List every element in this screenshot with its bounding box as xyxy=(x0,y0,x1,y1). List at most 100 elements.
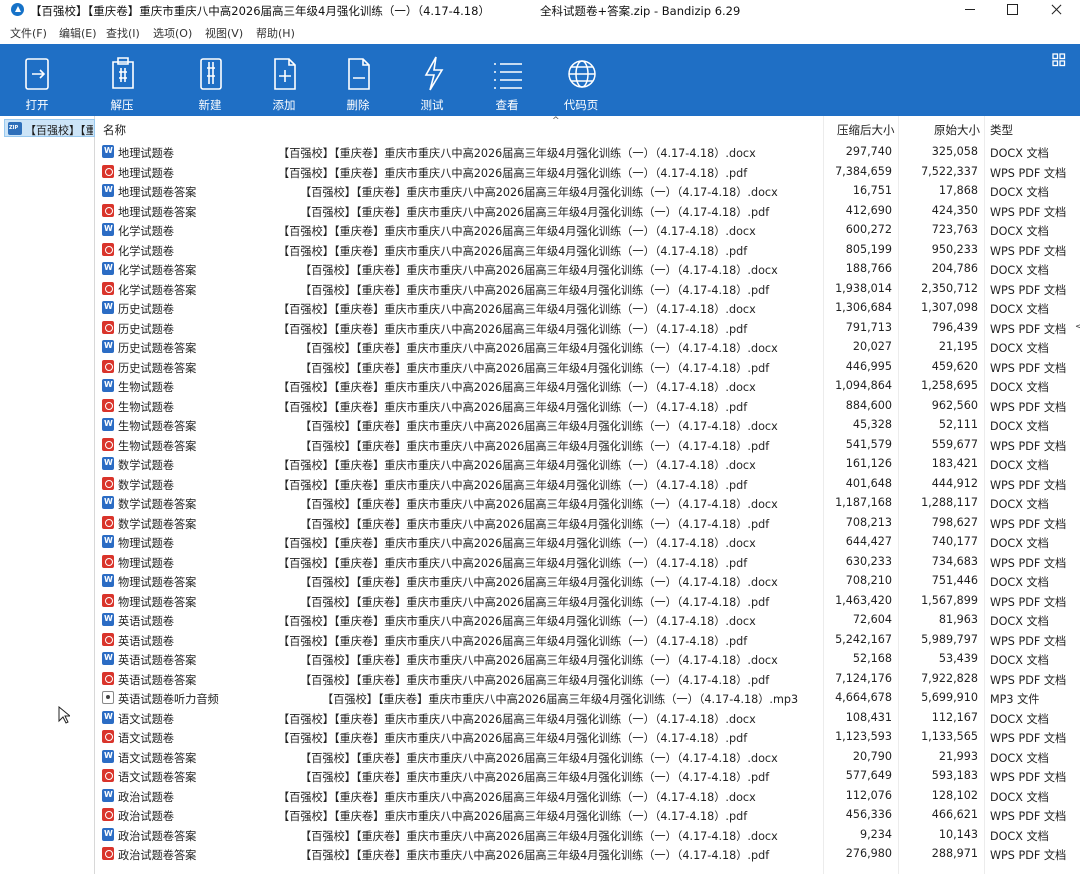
table-row[interactable]: 英语试题卷听力音频 【百强校】【重庆卷】重庆市重庆八中高2026届高三年级4月强化… xyxy=(96,688,1080,708)
table-row[interactable]: 英语试题卷答案 【百强校】【重庆卷】重庆市重庆八中高2026届高三年级4月强化训练… xyxy=(96,669,1080,689)
tree-node-archive-root[interactable]: 【百强校】【重庆卷】重庆市重庆八中高2026届高三年级4月强化训练（一）（4.1… xyxy=(4,119,95,137)
close-icon[interactable] xyxy=(1034,0,1080,20)
open-icon xyxy=(25,58,49,90)
pdf-file-icon xyxy=(102,437,114,451)
file-name-full: 【百强校】【重庆卷】重庆市重庆八中高2026届高三年级4月强化训练（一）（4.1… xyxy=(278,400,748,414)
table-row[interactable]: 生物试题卷答案 【百强校】【重庆卷】重庆市重庆八中高2026届高三年级4月强化训练… xyxy=(96,415,1080,435)
add-button[interactable]: 添加 xyxy=(252,50,316,114)
table-row[interactable]: 地理试题卷答案 【百强校】【重庆卷】重庆市重庆八中高2026届高三年级4月强化训练… xyxy=(96,181,1080,201)
maximize-icon[interactable] xyxy=(990,0,1036,20)
compressed-size: 1,123,593 xyxy=(835,730,892,743)
table-row[interactable]: 物理试题卷 【百强校】【重庆卷】重庆市重庆八中高2026届高三年级4月强化训练（一… xyxy=(96,552,1080,572)
pdf-file-icon xyxy=(102,476,114,490)
pdf-file-icon xyxy=(102,554,114,568)
bandizip-app-icon[interactable] xyxy=(11,3,24,16)
table-row[interactable]: 化学试题卷答案 【百强校】【重庆卷】重庆市重庆八中高2026届高三年级4月强化训练… xyxy=(96,259,1080,279)
file-type: WPS PDF 文档 xyxy=(990,400,1067,414)
table-row[interactable]: 数学试题卷 【百强校】【重庆卷】重庆市重庆八中高2026届高三年级4月强化训练（一… xyxy=(96,454,1080,474)
table-row[interactable]: 历史试题卷答案 【百强校】【重庆卷】重庆市重庆八中高2026届高三年级4月强化训练… xyxy=(96,357,1080,377)
file-type: WPS PDF 文档 xyxy=(990,849,1067,862)
extract-icon xyxy=(112,57,134,89)
table-row[interactable]: 物理试题卷答案 【百强校】【重庆卷】重庆市重庆八中高2026届高三年级4月强化训练… xyxy=(96,591,1080,611)
table-row[interactable]: 化学试题卷答案 【百强校】【重庆卷】重庆市重庆八中高2026届高三年级4月强化训练… xyxy=(96,279,1080,299)
view-button[interactable]: 查看 xyxy=(475,50,539,114)
table-row[interactable]: 语文试题卷答案 【百强校】【重庆卷】重庆市重庆八中高2026届高三年级4月强化训练… xyxy=(96,747,1080,767)
table-row[interactable]: 政治试题卷答案 【百强校】【重庆卷】重庆市重庆八中高2026届高三年级4月强化训练… xyxy=(96,844,1080,864)
open-button[interactable]: 打开 xyxy=(5,50,69,114)
table-row[interactable]: 历史试题卷 【百强校】【重庆卷】重庆市重庆八中高2026届高三年级4月强化训练（一… xyxy=(96,318,1080,338)
file-type: WPS PDF 文档 xyxy=(990,732,1067,745)
file-type: WPS PDF 文档 xyxy=(990,361,1067,375)
file-name-short: 英语试题卷答案 xyxy=(118,673,197,687)
file-type: WPS PDF 文档 xyxy=(990,478,1067,492)
table-row[interactable]: 化学试题卷 【百强校】【重庆卷】重庆市重庆八中高2026届高三年级4月强化训练（一… xyxy=(96,220,1080,240)
file-name-full: 【百强校】【重庆卷】重庆市重庆八中高2026届高三年级4月强化训练（一）（4.1… xyxy=(300,439,770,453)
menu-help[interactable]: 帮助(H) xyxy=(256,25,295,41)
table-row[interactable]: 语文试题卷答案 【百强校】【重庆卷】重庆市重庆八中高2026届高三年级4月强化训练… xyxy=(96,766,1080,786)
menu-file[interactable]: 文件(F) xyxy=(10,25,47,41)
delete-button[interactable]: 删除 xyxy=(326,50,390,114)
title-bar: 【百强校】【重庆卷】重庆市重庆八中高2026届高三年级4月强化训练（一）（4.1… xyxy=(0,0,1080,20)
table-row[interactable]: 物理试题卷答案 【百强校】【重庆卷】重庆市重庆八中高2026届高三年级4月强化训练… xyxy=(96,571,1080,591)
file-name-short: 英语试题卷答案 xyxy=(118,654,197,667)
file-type: DOCX 文档 xyxy=(990,303,1049,316)
table-row[interactable]: 语文试题卷 【百强校】【重庆卷】重庆市重庆八中高2026届高三年级4月强化训练（一… xyxy=(96,708,1080,728)
file-name-full: 【百强校】【重庆卷】重庆市重庆八中高2026届高三年级4月强化训练（一）（4.1… xyxy=(278,712,756,726)
table-row[interactable]: 化学试题卷 【百强校】【重庆卷】重庆市重庆八中高2026届高三年级4月强化训练（一… xyxy=(96,240,1080,260)
table-row[interactable]: 政治试题卷 【百强校】【重庆卷】重庆市重庆八中高2026届高三年级4月强化训练（一… xyxy=(96,786,1080,806)
file-type: DOCX 文档 xyxy=(990,498,1049,511)
table-row[interactable]: 英语试题卷答案 【百强校】【重庆卷】重庆市重庆八中高2026届高三年级4月强化训练… xyxy=(96,649,1080,669)
table-row[interactable]: 政治试题卷 【百强校】【重庆卷】重庆市重庆八中高2026届高三年级4月强化训练（一… xyxy=(96,805,1080,825)
original-size: 2,350,712 xyxy=(921,281,978,295)
table-row[interactable]: 数学试题卷 【百强校】【重庆卷】重庆市重庆八中高2026届高三年级4月强化训练（一… xyxy=(96,474,1080,494)
file-name-short: 英语试题卷 xyxy=(118,634,174,648)
compressed-size: 884,600 xyxy=(845,398,892,412)
compressed-size: 108,431 xyxy=(845,710,892,724)
menu-edit[interactable]: 编辑(E) xyxy=(59,25,97,41)
table-row[interactable]: 政治试题卷答案 【百强校】【重庆卷】重庆市重庆八中高2026届高三年级4月强化训练… xyxy=(96,825,1080,845)
table-row[interactable]: 物理试题卷 【百强校】【重庆卷】重庆市重庆八中高2026届高三年级4月强化训练（一… xyxy=(96,532,1080,552)
test-button[interactable]: 测试 xyxy=(400,50,464,114)
layout-grid-icon[interactable] xyxy=(1052,53,1066,67)
table-row[interactable]: 语文试题卷 【百强校】【重庆卷】重庆市重庆八中高2026届高三年级4月强化训练（一… xyxy=(96,727,1080,747)
table-row[interactable]: 生物试题卷 【百强校】【重庆卷】重庆市重庆八中高2026届高三年级4月强化训练（一… xyxy=(96,376,1080,396)
original-size: 204,786 xyxy=(931,262,978,275)
compressed-size: 577,649 xyxy=(845,769,892,782)
original-size: 81,963 xyxy=(938,613,978,626)
minimize-icon[interactable] xyxy=(948,0,994,20)
menu-find[interactable]: 查找(I) xyxy=(106,25,140,41)
pdf-file-icon xyxy=(102,515,114,529)
file-type: DOCX 文档 xyxy=(990,829,1049,843)
table-row[interactable]: 地理试题卷 【百强校】【重庆卷】重庆市重庆八中高2026届高三年级4月强化训练（一… xyxy=(96,142,1080,162)
file-name-full: 【百强校】【重庆卷】重庆市重庆八中高2026届高三年级4月强化训练（一）（4.1… xyxy=(278,634,748,648)
pdf-file-icon xyxy=(102,281,114,295)
table-row[interactable]: 数学试题卷答案 【百强校】【重庆卷】重庆市重庆八中高2026届高三年级4月强化训练… xyxy=(96,493,1080,513)
file-type: WPS PDF 文档 xyxy=(990,166,1067,180)
docx-file-icon xyxy=(102,496,114,509)
table-row[interactable]: 生物试题卷答案 【百强校】【重庆卷】重庆市重庆八中高2026届高三年级4月强化训练… xyxy=(96,435,1080,455)
codepage-button[interactable]: 代码页 xyxy=(549,50,613,114)
menu-bar: 文件(F) 编辑(E) 查找(I) 选项(O) 视图(V) 帮助(H) xyxy=(0,22,1080,41)
compressed-size: 1,463,420 xyxy=(835,593,892,607)
table-row[interactable]: 地理试题卷答案 【百强校】【重庆卷】重庆市重庆八中高2026届高三年级4月强化训练… xyxy=(96,201,1080,221)
table-row[interactable]: 数学试题卷答案 【百强校】【重庆卷】重庆市重庆八中高2026届高三年级4月强化训练… xyxy=(96,513,1080,533)
table-row[interactable]: 地理试题卷 【百强校】【重庆卷】重庆市重庆八中高2026届高三年级4月强化训练（一… xyxy=(96,162,1080,182)
menu-view[interactable]: 视图(V) xyxy=(205,25,243,41)
file-type: DOCX 文档 xyxy=(990,576,1049,589)
docx-file-icon xyxy=(102,535,114,548)
table-row[interactable]: 历史试题卷答案 【百强校】【重庆卷】重庆市重庆八中高2026届高三年级4月强化训练… xyxy=(96,337,1080,357)
original-size: 740,177 xyxy=(931,535,978,548)
new-archive-button[interactable]: 新建 xyxy=(178,50,242,114)
table-row[interactable]: 生物试题卷 【百强校】【重庆卷】重庆市重庆八中高2026届高三年级4月强化训练（一… xyxy=(96,396,1080,416)
table-row[interactable]: 英语试题卷 【百强校】【重庆卷】重庆市重庆八中高2026届高三年级4月强化训练（一… xyxy=(96,630,1080,650)
mp3-file-icon xyxy=(102,691,114,704)
pdf-file-icon xyxy=(102,203,114,217)
pdf-file-icon xyxy=(102,320,114,334)
docx-file-icon xyxy=(102,418,114,431)
file-name-full: 【百强校】【重庆卷】重庆市重庆八中高2026届高三年级4月强化训练（一）（4.1… xyxy=(300,654,778,667)
table-row[interactable]: 英语试题卷 【百强校】【重庆卷】重庆市重庆八中高2026届高三年级4月强化训练（一… xyxy=(96,610,1080,630)
extract-button[interactable]: 解压 xyxy=(90,50,154,114)
compressed-size: 630,233 xyxy=(845,554,892,568)
table-row[interactable]: 历史试题卷 【百强校】【重庆卷】重庆市重庆八中高2026届高三年级4月强化训练（一… xyxy=(96,298,1080,318)
menu-options[interactable]: 选项(O) xyxy=(153,25,192,41)
